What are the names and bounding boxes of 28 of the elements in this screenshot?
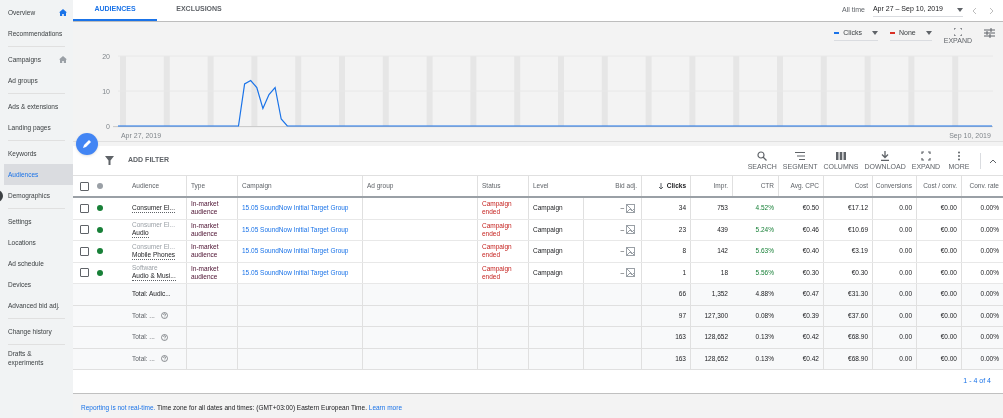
fullscreen-icon: [920, 151, 931, 161]
chevron-up-icon[interactable]: [989, 157, 997, 164]
settings-sliders-icon[interactable]: [984, 28, 995, 38]
caret-icon: [872, 31, 878, 36]
chevron-left-icon[interactable]: [971, 6, 979, 15]
download-icon: [880, 151, 891, 161]
caret-icon: [925, 31, 932, 36]
select-all-checkbox[interactable]: [80, 181, 89, 191]
segment-lines-icon: [795, 151, 806, 161]
row-checkbox[interactable]: [80, 203, 89, 213]
help-icon[interactable]: [160, 333, 168, 341]
help-icon[interactable]: [160, 355, 168, 363]
fullscreen-icon[interactable]: [953, 28, 962, 36]
pencil-icon: [82, 139, 92, 149]
filter-icon[interactable]: [105, 156, 114, 165]
image-icon[interactable]: [626, 203, 635, 213]
chevron-right-icon[interactable]: [987, 6, 995, 15]
image-icon[interactable]: [626, 246, 635, 256]
row-checkbox[interactable]: [80, 246, 89, 256]
row-checkbox[interactable]: [80, 225, 89, 235]
search-icon: [757, 151, 768, 161]
caret-icon: [957, 7, 963, 12]
image-icon[interactable]: [626, 268, 635, 278]
image-icon[interactable]: [626, 225, 635, 235]
help-icon[interactable]: [160, 312, 168, 320]
row-checkbox[interactable]: [80, 268, 89, 278]
arrow-down-icon: [657, 182, 664, 190]
columns-icon: [835, 151, 846, 161]
